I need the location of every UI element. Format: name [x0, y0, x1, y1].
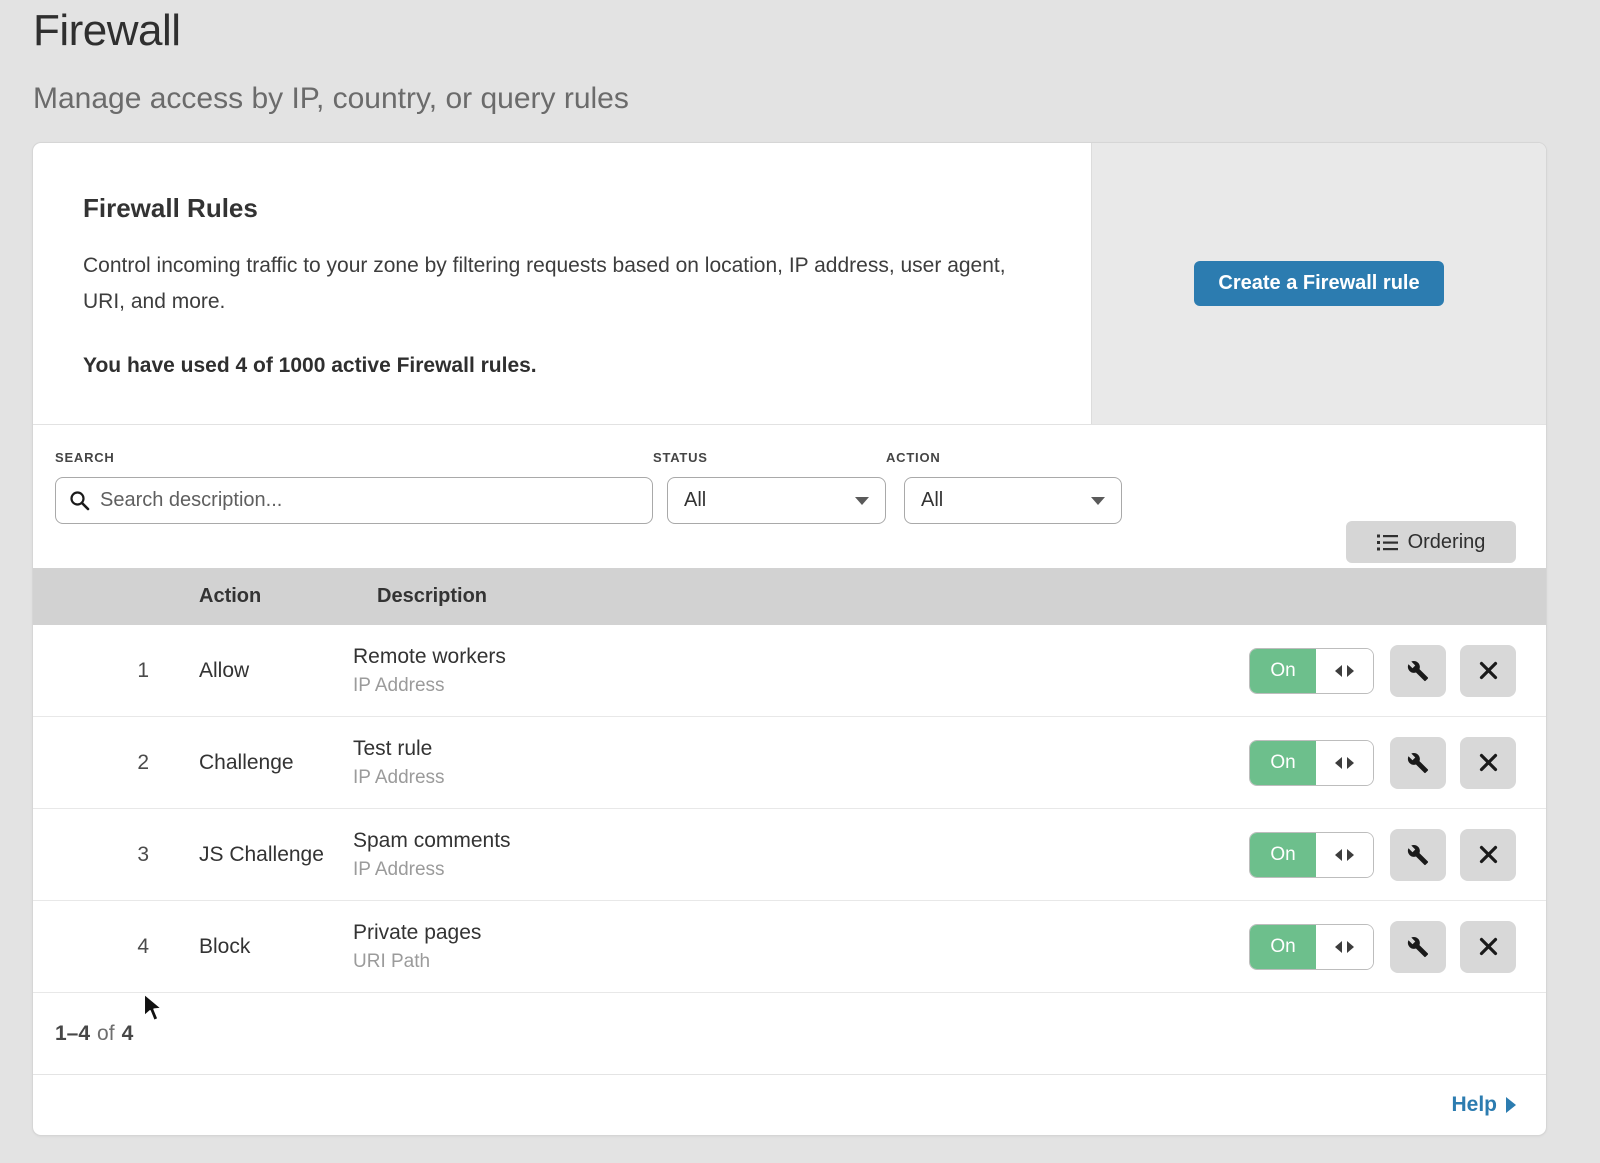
- delete-rule-button[interactable]: [1460, 645, 1516, 697]
- search-input[interactable]: [55, 477, 653, 524]
- help-link[interactable]: Help: [1451, 1093, 1516, 1117]
- cta-panel: Create a Firewall rule: [1091, 143, 1546, 424]
- left-right-arrows-icon: [1316, 833, 1373, 877]
- page-header: Firewall Manage access by IP, country, o…: [33, 6, 629, 116]
- status-filter-group: STATUS All: [653, 450, 886, 568]
- rule-description-cell: Spam comments IP Address: [353, 829, 1249, 881]
- rule-description: Remote workers: [353, 645, 1249, 669]
- rule-enabled-toggle[interactable]: On: [1249, 832, 1374, 878]
- help-link-label: Help: [1451, 1093, 1497, 1117]
- rules-list: 1 Allow Remote workers IP Address On: [33, 625, 1546, 993]
- rule-action: Challenge: [175, 751, 353, 775]
- column-header-description: Description: [377, 585, 1546, 608]
- rule-controls: On: [1249, 645, 1546, 697]
- filters-bar: SEARCH STATUS All ACTION All: [33, 425, 1546, 568]
- rule-priority: 4: [55, 935, 175, 959]
- intro-section: Firewall Rules Control incoming traffic …: [33, 143, 1091, 424]
- pagination-of: of: [97, 1022, 115, 1046]
- wrench-icon: [1407, 660, 1429, 682]
- rule-priority: 3: [55, 843, 175, 867]
- action-selected-value: All: [921, 489, 943, 512]
- action-filter-group: ACTION All: [886, 450, 1122, 568]
- table-row: 2 Challenge Test rule IP Address On: [33, 717, 1546, 809]
- chevron-right-icon: [1506, 1097, 1516, 1113]
- toggle-on-label: On: [1250, 741, 1316, 785]
- rule-controls: On: [1249, 737, 1546, 789]
- edit-rule-button[interactable]: [1390, 737, 1446, 789]
- left-right-arrows-icon: [1316, 741, 1373, 785]
- status-selected-value: All: [684, 489, 706, 512]
- action-label: ACTION: [886, 450, 1122, 465]
- edit-rule-button[interactable]: [1390, 829, 1446, 881]
- chevron-down-icon: [1091, 497, 1105, 505]
- table-row: 3 JS Challenge Spam comments IP Address …: [33, 809, 1546, 901]
- pagination-range: 1–4: [55, 1022, 90, 1046]
- rule-priority: 1: [55, 659, 175, 683]
- page-title: Firewall: [33, 6, 629, 56]
- status-label: STATUS: [653, 450, 886, 465]
- x-icon: [1479, 937, 1498, 956]
- left-right-arrows-icon: [1316, 925, 1373, 969]
- column-header-action: Action: [199, 585, 377, 608]
- card-top-section: Firewall Rules Control incoming traffic …: [33, 143, 1546, 425]
- rule-description-cell: Test rule IP Address: [353, 737, 1249, 789]
- toggle-on-label: On: [1250, 925, 1316, 969]
- delete-rule-button[interactable]: [1460, 737, 1516, 789]
- table-row: 4 Block Private pages URI Path On: [33, 901, 1546, 993]
- rule-match-type: IP Address: [353, 675, 1249, 697]
- edit-rule-button[interactable]: [1390, 645, 1446, 697]
- status-select[interactable]: All: [667, 477, 886, 524]
- toggle-on-label: On: [1250, 833, 1316, 877]
- help-row: Help: [33, 1075, 1546, 1135]
- wrench-icon: [1407, 936, 1429, 958]
- rule-match-type: IP Address: [353, 859, 1249, 881]
- action-select[interactable]: All: [904, 477, 1122, 524]
- rule-description-cell: Private pages URI Path: [353, 921, 1249, 973]
- rule-description: Private pages: [353, 921, 1249, 945]
- delete-rule-button[interactable]: [1460, 829, 1516, 881]
- x-icon: [1479, 661, 1498, 680]
- rule-match-type: URI Path: [353, 951, 1249, 973]
- toggle-on-label: On: [1250, 649, 1316, 693]
- create-firewall-rule-button[interactable]: Create a Firewall rule: [1194, 261, 1443, 306]
- search-filter-group: SEARCH: [55, 450, 653, 568]
- list-icon: [1377, 534, 1398, 551]
- rule-controls: On: [1249, 829, 1546, 881]
- rule-enabled-toggle[interactable]: On: [1249, 924, 1374, 970]
- rule-description-cell: Remote workers IP Address: [353, 645, 1249, 697]
- section-description: Control incoming traffic to your zone by…: [83, 248, 1031, 320]
- rule-enabled-toggle[interactable]: On: [1249, 740, 1374, 786]
- rule-description: Spam comments: [353, 829, 1249, 853]
- rule-action: JS Challenge: [175, 843, 353, 867]
- page-subtitle: Manage access by IP, country, or query r…: [33, 82, 629, 116]
- rule-match-type: IP Address: [353, 767, 1249, 789]
- pagination-total: 4: [122, 1022, 134, 1046]
- rule-description: Test rule: [353, 737, 1249, 761]
- ordering-button[interactable]: Ordering: [1346, 521, 1516, 563]
- search-icon: [69, 490, 90, 511]
- rule-action: Block: [175, 935, 353, 959]
- wrench-icon: [1407, 844, 1429, 866]
- rule-priority: 2: [55, 751, 175, 775]
- chevron-down-icon: [855, 497, 869, 505]
- wrench-icon: [1407, 752, 1429, 774]
- rule-controls: On: [1249, 921, 1546, 973]
- delete-rule-button[interactable]: [1460, 921, 1516, 973]
- rule-enabled-toggle[interactable]: On: [1249, 648, 1374, 694]
- left-right-arrows-icon: [1316, 649, 1373, 693]
- rule-action: Allow: [175, 659, 353, 683]
- edit-rule-button[interactable]: [1390, 921, 1446, 973]
- section-heading: Firewall Rules: [83, 193, 1031, 224]
- firewall-rules-card: Firewall Rules Control incoming traffic …: [33, 143, 1546, 1135]
- x-icon: [1479, 753, 1498, 772]
- pagination: 1–4 of 4: [33, 993, 1546, 1075]
- table-row: 1 Allow Remote workers IP Address On: [33, 625, 1546, 717]
- search-label: SEARCH: [55, 450, 653, 465]
- x-icon: [1479, 845, 1498, 864]
- table-header: Action Description: [33, 568, 1546, 625]
- ordering-button-label: Ordering: [1408, 531, 1486, 554]
- usage-summary: You have used 4 of 1000 active Firewall …: [83, 354, 1031, 378]
